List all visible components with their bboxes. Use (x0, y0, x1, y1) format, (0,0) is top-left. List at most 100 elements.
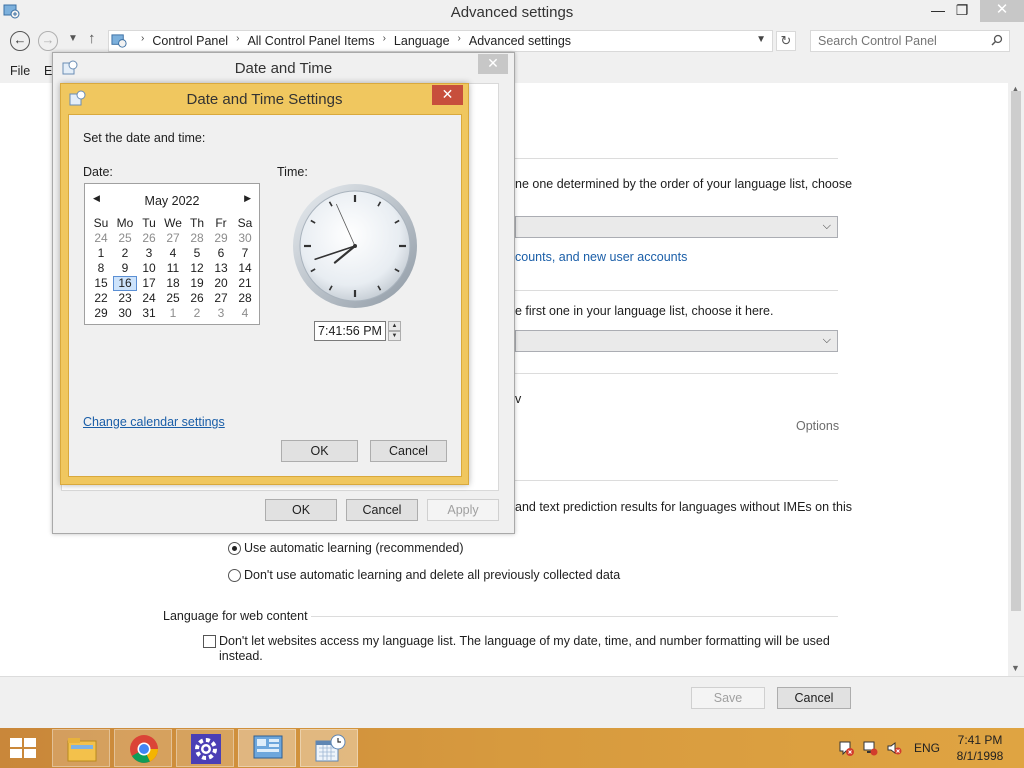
language-indicator[interactable]: ENG (914, 741, 940, 755)
window-title: Advanced settings (450, 4, 574, 21)
calendar-day[interactable]: 4 (161, 246, 185, 261)
calendar-day[interactable]: 26 (137, 231, 161, 246)
date-time-apply-button[interactable]: Apply (427, 499, 499, 521)
next-month-icon[interactable]: ▶ (244, 193, 251, 204)
calendar-day[interactable]: 25 (113, 231, 137, 246)
vertical-scrollbar[interactable]: ▲ ▼ (1008, 83, 1024, 676)
calendar-day[interactable]: 1 (161, 306, 185, 321)
taskbar-date[interactable]: 8/1/1998 (950, 749, 1010, 763)
calendar-day[interactable]: 9 (113, 261, 137, 276)
date-time-close-button[interactable]: ✕ (478, 54, 508, 74)
calendar-day[interactable]: 29 (89, 306, 113, 321)
search-input[interactable] (818, 33, 988, 49)
calendar-day[interactable]: 31 (137, 306, 161, 321)
calendar-day[interactable]: 13 (209, 261, 233, 276)
taskbar-control-panel[interactable] (238, 729, 296, 767)
radio-no-auto-learning[interactable] (228, 569, 241, 582)
calendar-day[interactable]: 2 (185, 306, 209, 321)
calendar-day[interactable]: 15 (89, 276, 113, 291)
scroll-down-icon[interactable]: ▼ (1011, 663, 1020, 673)
calendar-day[interactable]: 6 (209, 246, 233, 261)
calendar-day[interactable]: 17 (137, 276, 161, 291)
taskbar-date-time[interactable] (300, 729, 358, 767)
settings-close-button[interactable]: ✕ (432, 85, 463, 105)
display-language-select[interactable]: ⌵ (515, 216, 838, 238)
calendar-day[interactable]: 19 (185, 276, 209, 291)
menu-file[interactable]: File (10, 64, 30, 78)
cancel-button[interactable]: Cancel (777, 687, 851, 709)
taskbar-settings[interactable] (176, 729, 234, 767)
calendar-day[interactable]: 27 (209, 291, 233, 306)
time-input[interactable]: 7:41:56 PM (314, 321, 386, 341)
date-time-ok-button[interactable]: OK (265, 499, 337, 521)
options-link[interactable]: Options (796, 419, 839, 433)
calendar-day[interactable]: 1 (89, 246, 113, 261)
override-display-language-text: ne one determined by the order of your l… (515, 177, 853, 191)
calendar-day[interactable]: 28 (185, 231, 209, 246)
calendar-day[interactable]: 11 (161, 261, 185, 276)
spin-down-icon[interactable]: ▼ (388, 331, 401, 341)
address-bar[interactable]: › Control Panel › All Control Panel Item… (108, 30, 773, 52)
save-button[interactable]: Save (691, 687, 765, 709)
calendar-day[interactable]: 22 (89, 291, 113, 306)
calendar-month-title[interactable]: May 2022 (85, 194, 259, 208)
calendar-day[interactable]: 8 (89, 261, 113, 276)
volume-muted-icon[interactable] (886, 740, 902, 756)
calendar-day[interactable]: 12 (185, 261, 209, 276)
calendar-day[interactable]: 30 (233, 231, 257, 246)
search-box[interactable] (810, 30, 1010, 52)
breadcrumb-advanced-settings[interactable]: Advanced settings (469, 34, 571, 48)
calendar-day[interactable]: 28 (233, 291, 257, 306)
settings-cancel-button[interactable]: Cancel (370, 440, 447, 462)
forward-button[interactable]: → (38, 31, 58, 51)
scrollbar-thumb[interactable] (1011, 91, 1021, 611)
taskbar-chrome[interactable] (114, 729, 172, 767)
input-method-select[interactable]: ⌵ (515, 330, 838, 352)
minimize-button[interactable]: — (925, 0, 951, 22)
restore-button[interactable]: ❐ (949, 0, 975, 22)
calendar-day[interactable]: 10 (137, 261, 161, 276)
calendar-day[interactable]: 25 (161, 291, 185, 306)
calendar-day[interactable]: 7 (233, 246, 257, 261)
calendar-day[interactable]: 24 (137, 291, 161, 306)
spin-up-icon[interactable]: ▲ (388, 321, 401, 331)
up-arrow-icon[interactable]: ↑ (88, 30, 96, 47)
close-button[interactable]: ✕ (980, 0, 1024, 22)
time-spinner[interactable]: ▲ ▼ (388, 321, 401, 341)
recent-locations-chevron-icon[interactable]: ▼ (68, 33, 78, 44)
calendar-day[interactable]: 27 (161, 231, 185, 246)
calendar-day[interactable]: 21 (233, 276, 257, 291)
taskbar-time[interactable]: 7:41 PM (950, 733, 1010, 747)
refresh-button[interactable]: ↻ (776, 31, 796, 51)
address-dropdown-icon[interactable]: ▼ (756, 34, 766, 45)
calendar[interactable]: ◀ May 2022 ▶ Su Mo Tu We Th Fr Sa 24 25 26 27 28 29 3… (84, 183, 260, 325)
back-button[interactable]: ← (10, 31, 30, 51)
windows-start-icon[interactable] (8, 737, 38, 759)
calendar-day[interactable]: 26 (185, 291, 209, 306)
calendar-day[interactable]: 4 (233, 306, 257, 321)
date-time-cancel-button[interactable]: Cancel (346, 499, 418, 521)
breadcrumb-all-items[interactable]: All Control Panel Items (247, 34, 374, 48)
taskbar-file-explorer[interactable] (52, 729, 110, 767)
calendar-day[interactable]: 29 (209, 231, 233, 246)
calendar-day[interactable]: 23 (113, 291, 137, 306)
calendar-day[interactable]: 3 (137, 246, 161, 261)
web-language-checkbox[interactable] (203, 635, 216, 648)
breadcrumb-language[interactable]: Language (394, 34, 450, 48)
action-center-icon[interactable] (838, 740, 854, 756)
calendar-day[interactable]: 14 (233, 261, 257, 276)
settings-ok-button[interactable]: OK (281, 440, 358, 462)
calendar-day[interactable]: 2 (113, 246, 137, 261)
radio-auto-learning[interactable] (228, 542, 241, 555)
calendar-day[interactable]: 3 (209, 306, 233, 321)
calendar-day[interactable]: 30 (113, 306, 137, 321)
calendar-day[interactable]: 20 (209, 276, 233, 291)
calendar-day[interactable]: 18 (161, 276, 185, 291)
change-calendar-settings-link[interactable]: Change calendar settings (83, 415, 225, 429)
network-icon[interactable] (862, 740, 878, 756)
breadcrumb-control-panel[interactable]: Control Panel (152, 34, 228, 48)
apply-settings-link[interactable]: counts, and new user accounts (515, 250, 687, 264)
calendar-day-selected[interactable]: 16 (113, 276, 137, 291)
calendar-day[interactable]: 5 (185, 246, 209, 261)
calendar-day[interactable]: 24 (89, 231, 113, 246)
